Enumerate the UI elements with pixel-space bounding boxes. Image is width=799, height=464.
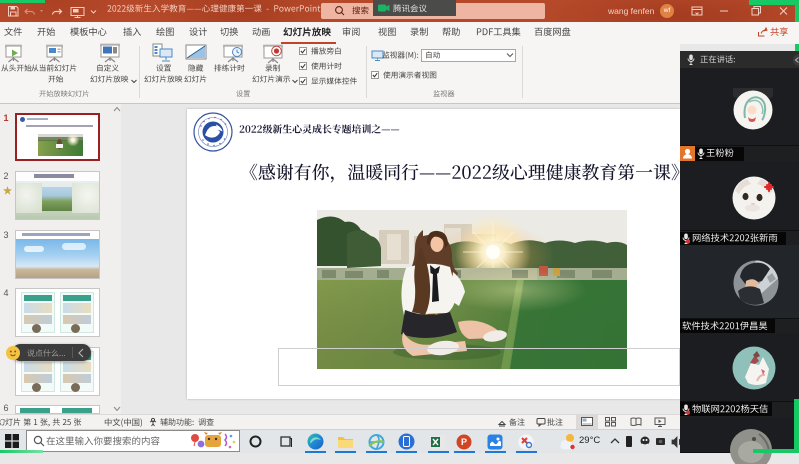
svg-text:P: P <box>461 437 467 447</box>
